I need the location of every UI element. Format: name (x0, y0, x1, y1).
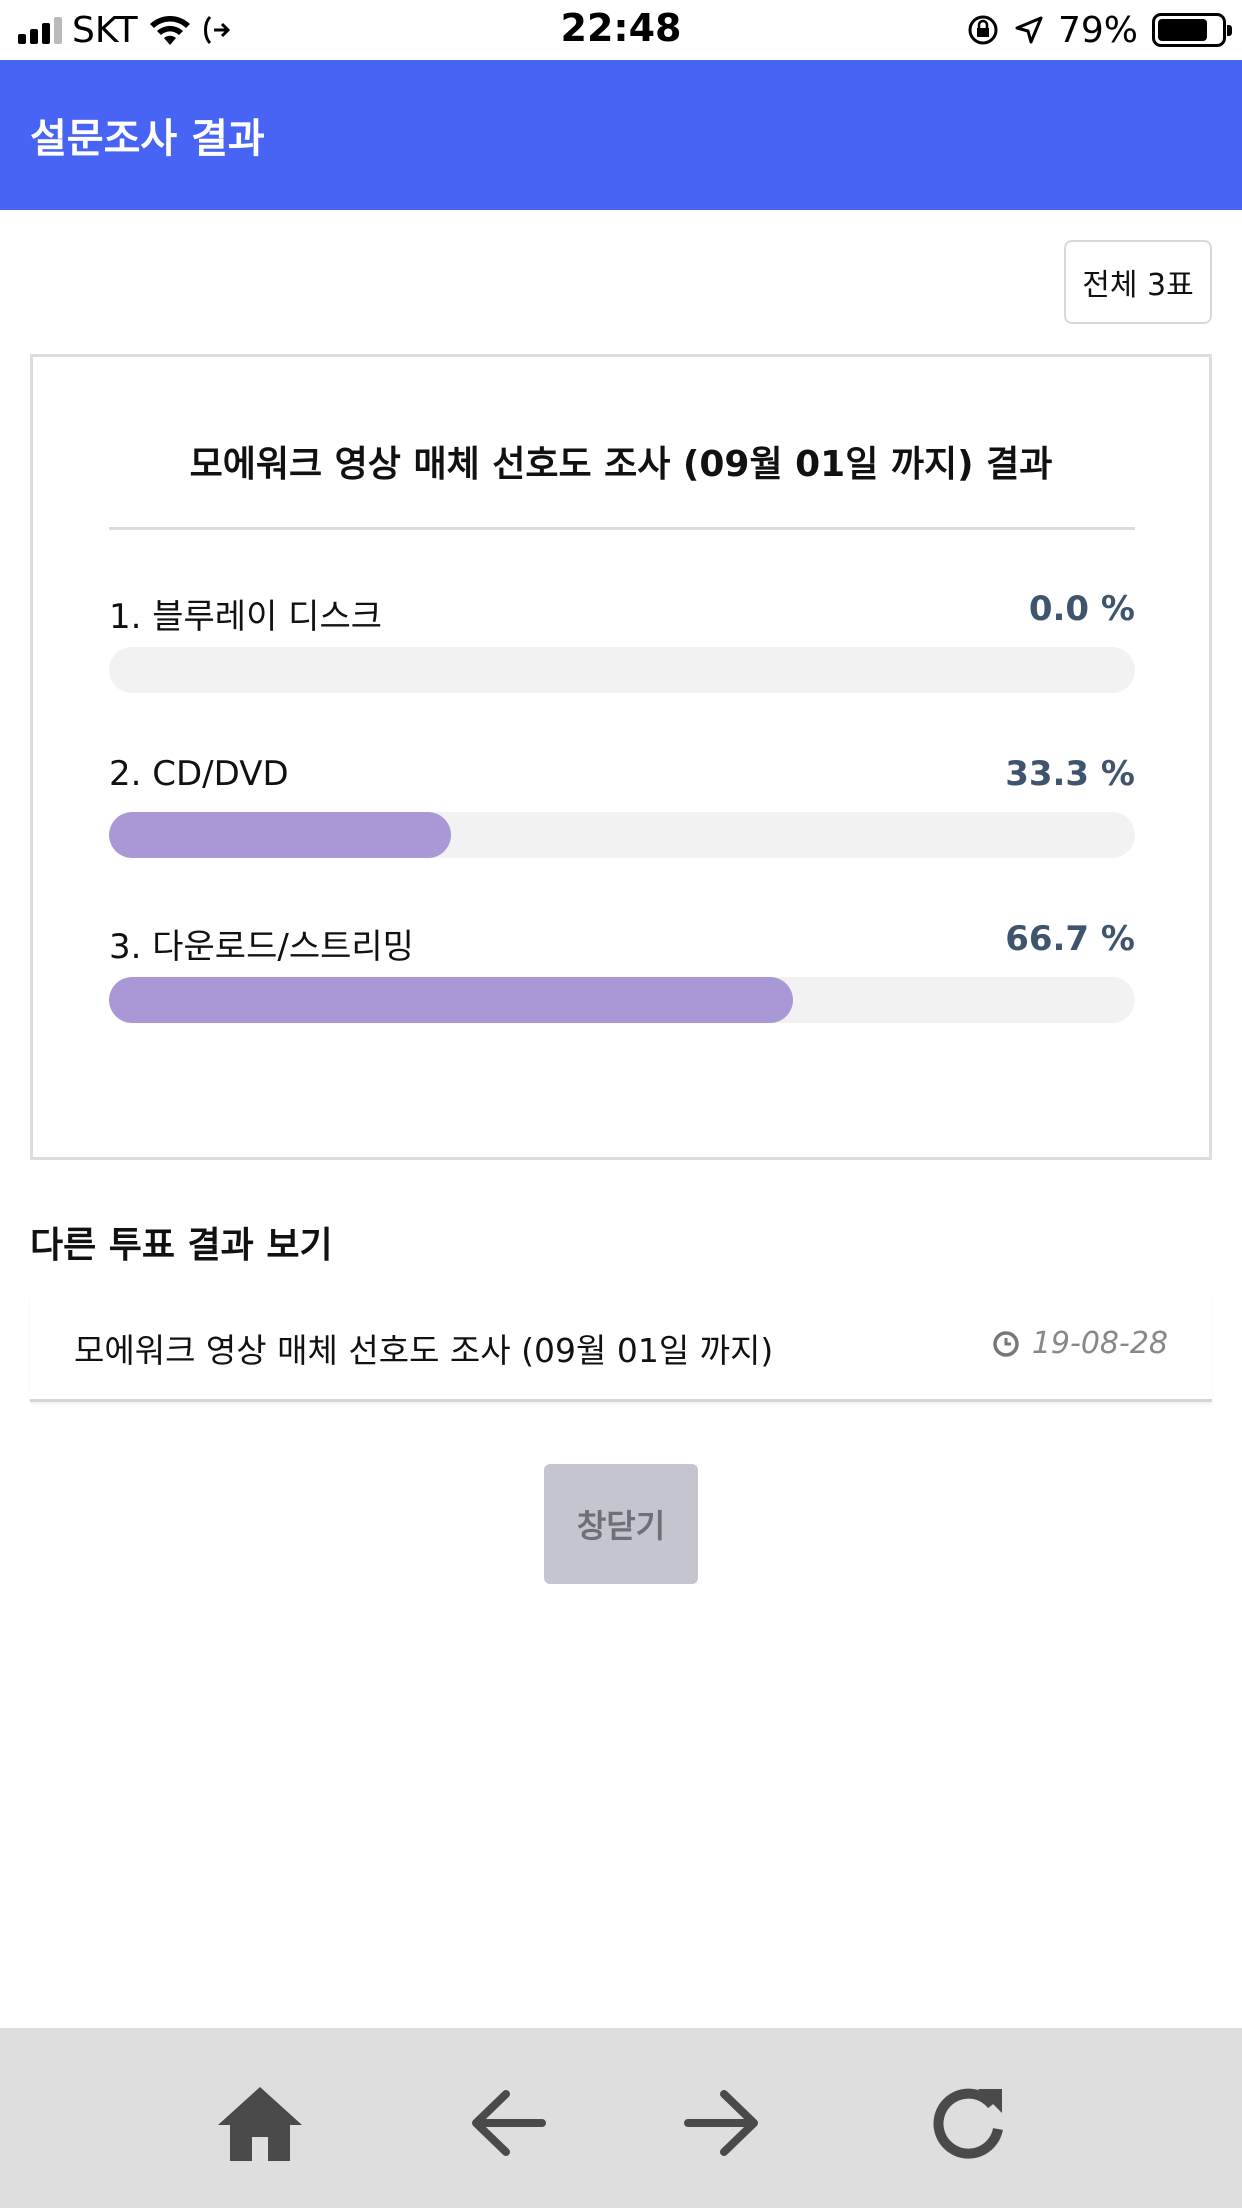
refresh-button[interactable] (918, 2078, 1018, 2168)
total-votes-badge: 전체 3표 (1064, 240, 1212, 324)
other-vote-title: 모에워크 영상 매체 선호도 조사 (09월 01일 까지) (74, 1331, 774, 1370)
option-percent: 66.7 % (1005, 919, 1135, 959)
option-percent: 33.3 % (1005, 754, 1135, 794)
bottom-nav (0, 2028, 1242, 2208)
divider (109, 527, 1135, 530)
progress-bar (109, 977, 794, 1023)
refresh-icon (933, 2088, 1003, 2159)
arrow-right-icon (684, 2090, 758, 2156)
result-option: 1. 블루레이 디스크 0.0 % (109, 589, 1135, 699)
result-option: 2. CD/DVD 33.3 % (109, 754, 1135, 864)
page-title: 설문조사 결과 (30, 116, 265, 162)
option-percent: 0.0 % (1028, 589, 1135, 629)
app-bar: 설문조사 결과 (0, 60, 1242, 210)
progress-bar (109, 812, 451, 858)
progress-track (109, 977, 1135, 1023)
other-vote-date: 19-08-28 (992, 1326, 1168, 1361)
progress-track (109, 647, 1135, 693)
other-vote-item[interactable]: 모에워크 영상 매체 선호도 조사 (09월 01일 까지) 19-08-28 (30, 1296, 1212, 1402)
home-button[interactable] (210, 2078, 310, 2168)
close-window-button[interactable]: 창닫기 (544, 1464, 698, 1584)
option-label: 3. 다운로드/스트리밍 (109, 927, 414, 967)
status-bar: SKT 22:48 79% (0, 0, 1242, 60)
rotation-lock-icon (968, 15, 998, 45)
option-label: 1. 블루레이 디스크 (109, 597, 383, 637)
forward-button[interactable] (672, 2078, 772, 2168)
option-label: 2. CD/DVD (109, 754, 289, 794)
date-text: 19-08-28 (1031, 1326, 1168, 1361)
result-title: 모에워크 영상 매체 선호도 조사 (09월 01일 까지) 결과 (189, 444, 1053, 485)
status-right: 79% (966, 8, 1232, 52)
result-card: 모에워크 영상 매체 선호도 조사 (09월 01일 까지) 결과 1. 블루레… (30, 354, 1212, 1160)
result-option: 3. 다운로드/스트리밍 66.7 % (109, 919, 1135, 1029)
home-icon (218, 2087, 302, 2161)
progress-track (109, 812, 1135, 858)
other-votes-heading: 다른 투표 결과 보기 (30, 1225, 333, 1266)
battery-icon (1152, 13, 1232, 47)
clock-icon (993, 1330, 1019, 1357)
arrow-left-icon (472, 2090, 546, 2156)
back-button[interactable] (458, 2078, 558, 2168)
battery-percent: 79% (1057, 9, 1138, 51)
location-icon (1015, 16, 1043, 44)
